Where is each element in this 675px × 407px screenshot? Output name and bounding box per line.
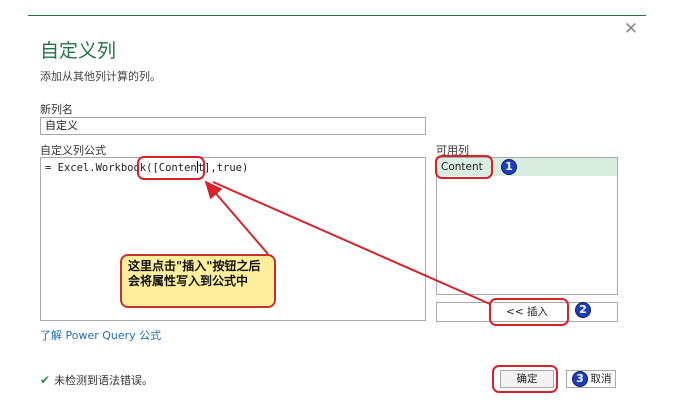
- annotation-arrows: [204, 180, 491, 305]
- annotation-callout: 这里点击"插入"按钮之后会将属性写入到公式中: [120, 254, 276, 308]
